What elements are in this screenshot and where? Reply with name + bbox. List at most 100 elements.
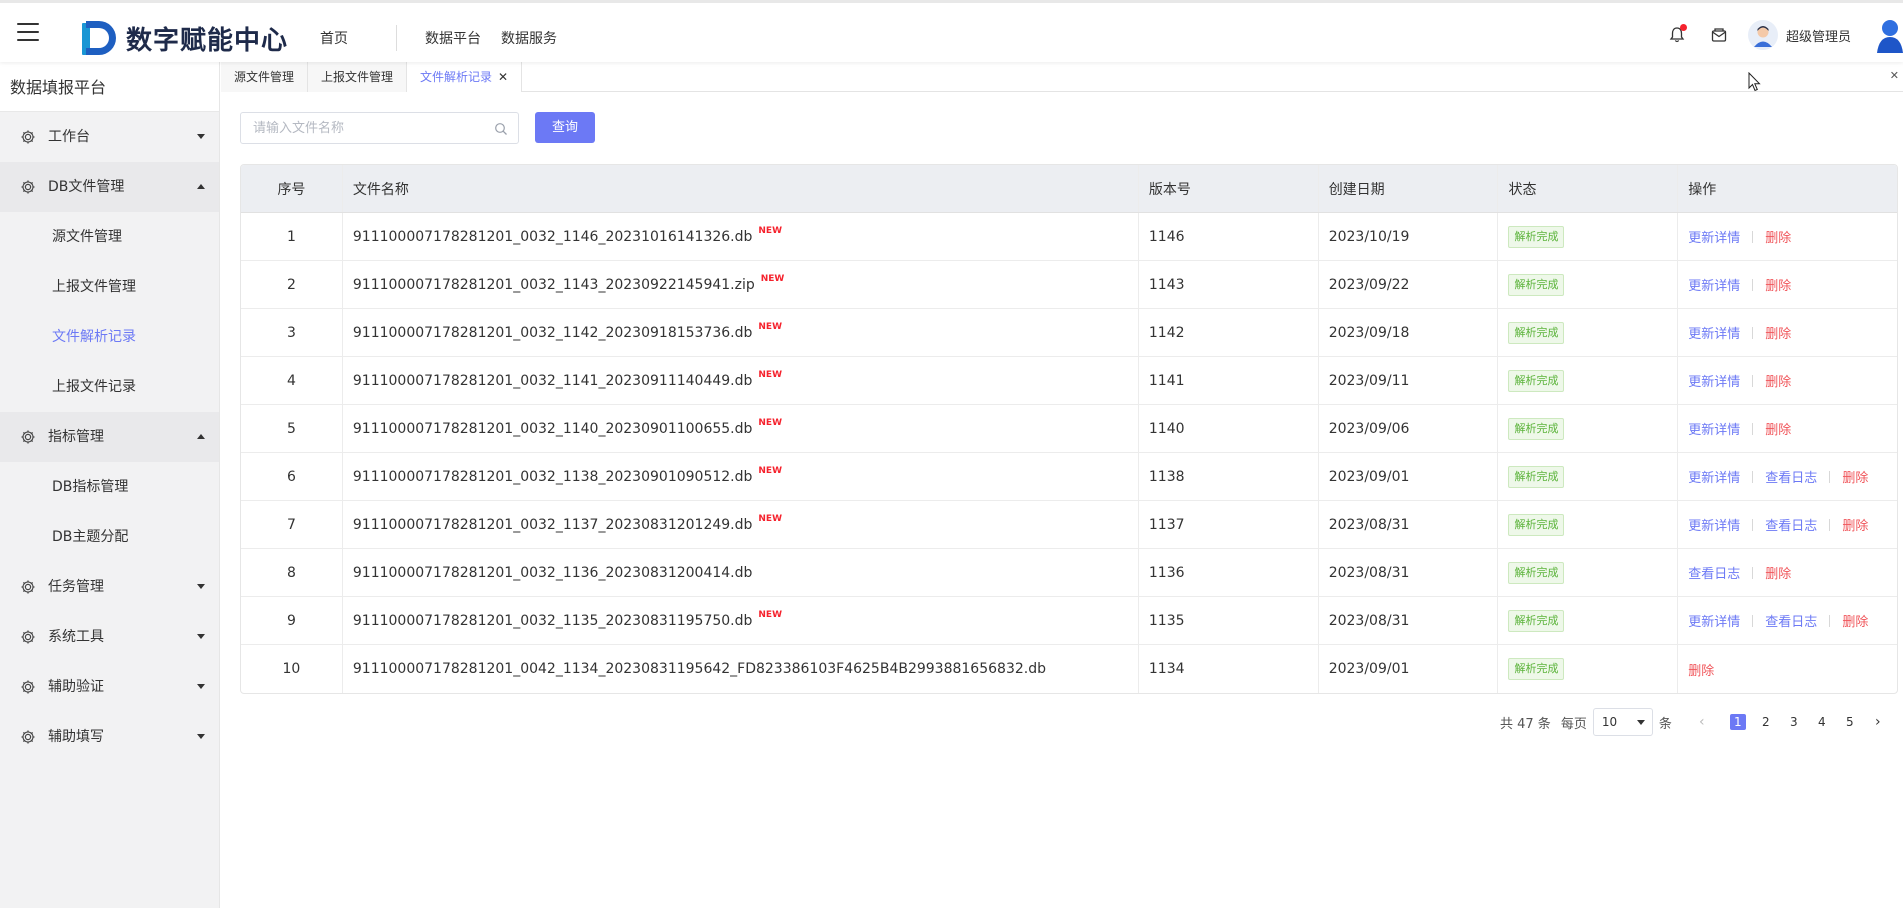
col-header-date: 创建日期: [1319, 165, 1499, 212]
sidebar-item-indicators[interactable]: 指标管理: [0, 412, 219, 462]
cell-index: 1: [241, 213, 343, 260]
table-row: 7 911100007178281201_0032_1137_2023083120…: [241, 501, 1897, 549]
delete-link[interactable]: 删除: [1765, 227, 1791, 246]
sidebar-item-db-file[interactable]: DB文件管理: [0, 162, 219, 212]
sidebar-item-label: 系统工具: [48, 629, 104, 645]
sidebar-item-aux-fill[interactable]: 辅助填写: [0, 712, 219, 762]
user-icon[interactable]: [1873, 17, 1903, 53]
cell-actions: 更新详情 查看日志 删除: [1678, 453, 1897, 500]
sidebar-item-workbench[interactable]: 工作台: [0, 112, 219, 162]
col-header-actions: 操作: [1688, 181, 1717, 198]
cell-actions: 查看日志 删除: [1678, 549, 1897, 596]
action-divider: [1829, 614, 1831, 627]
update-details-link[interactable]: 更新详情: [1688, 467, 1740, 486]
cell-version: 1141: [1139, 357, 1319, 404]
nav-home[interactable]: 首页: [320, 28, 348, 48]
cell-version: 1140: [1139, 405, 1319, 452]
sidebar-subitem-report-files[interactable]: 上报文件管理: [0, 262, 219, 312]
gear-icon: [21, 430, 35, 444]
delete-link[interactable]: 删除: [1765, 371, 1791, 390]
tabs-scroll-icon[interactable]: ✕: [1890, 69, 1899, 82]
prev-page-icon[interactable]: ‹: [1694, 714, 1710, 730]
update-details-link[interactable]: 更新详情: [1688, 275, 1740, 294]
cell-date: 2023/08/31: [1319, 501, 1499, 548]
delete-link[interactable]: 删除: [1842, 515, 1868, 534]
cell-filename: 911100007178281201_0042_1134_20230831195…: [343, 645, 1139, 693]
view-log-link[interactable]: 查看日志: [1765, 611, 1817, 630]
table-body: 1 911100007178281201_0032_1146_2023101614…: [241, 213, 1897, 693]
sidebar-title: 数据填报平台: [0, 62, 219, 112]
delete-link[interactable]: 删除: [1765, 419, 1791, 438]
cell-filename: 911100007178281201_0032_1136_20230831200…: [343, 549, 1139, 596]
cell-actions: 更新详情 删除: [1678, 309, 1897, 356]
sidebar-item-system-tools[interactable]: 系统工具: [0, 612, 219, 662]
page-number[interactable]: 3: [1786, 714, 1802, 730]
delete-link[interactable]: 删除: [1765, 563, 1791, 582]
delete-link[interactable]: 删除: [1765, 323, 1791, 342]
sidebar-item-tasks[interactable]: 任务管理: [0, 562, 219, 612]
table-row: 8 911100007178281201_0032_1136_2023083120…: [241, 549, 1897, 597]
query-button[interactable]: 查询: [535, 112, 595, 143]
view-log-link[interactable]: 查看日志: [1765, 515, 1817, 534]
delete-link[interactable]: 删除: [1765, 275, 1791, 294]
new-badge: NEW: [758, 513, 782, 524]
sidebar-item-aux-verify[interactable]: 辅助验证: [0, 662, 219, 712]
filename-text: 911100007178281201_0032_1137_20230831201…: [352, 516, 753, 533]
view-log-link[interactable]: 查看日志: [1765, 467, 1817, 486]
delete-link[interactable]: 删除: [1842, 467, 1868, 486]
update-details-link[interactable]: 更新详情: [1688, 419, 1740, 438]
tab-report-files[interactable]: 上报文件管理: [308, 62, 408, 92]
table-row: 1 911100007178281201_0032_1146_2023101614…: [241, 213, 1897, 261]
cell-status: 解析完成: [1498, 501, 1679, 548]
filename-text: 911100007178281201_0042_1134_20230831195…: [352, 661, 1046, 677]
sidebar-subitem-source-files[interactable]: 源文件管理: [0, 212, 219, 262]
update-details-link[interactable]: 更新详情: [1688, 515, 1740, 534]
page-number[interactable]: 2: [1758, 714, 1774, 730]
nav-data-service[interactable]: 数据服务: [501, 28, 557, 48]
page-size-select[interactable]: 10: [1592, 708, 1653, 736]
nav-data-platform[interactable]: 数据平台: [425, 28, 481, 48]
update-details-link[interactable]: 更新详情: [1688, 371, 1740, 390]
menu-icon[interactable]: [17, 23, 39, 41]
cell-filename: 911100007178281201_0032_1141_20230911140…: [343, 357, 1139, 404]
update-details-link[interactable]: 更新详情: [1688, 323, 1740, 342]
avatar[interactable]: [1747, 20, 1778, 50]
next-page-icon[interactable]: ›: [1870, 714, 1886, 730]
tab-source-files[interactable]: 源文件管理: [221, 62, 309, 92]
tab-label: 文件解析记录: [420, 70, 493, 84]
sidebar-subitem-report-records[interactable]: 上报文件记录: [0, 362, 219, 412]
sidebar-subitem-db-indicators[interactable]: DB指标管理: [0, 462, 219, 512]
mail-icon[interactable]: [1710, 26, 1728, 44]
status-badge: 解析完成: [1508, 321, 1565, 344]
status-badge: 解析完成: [1508, 513, 1565, 536]
mouse-cursor-icon: [1748, 72, 1761, 92]
cell-date: 2023/09/18: [1319, 309, 1499, 356]
new-badge: NEW: [760, 273, 785, 284]
search-icon[interactable]: [494, 122, 508, 136]
page-number[interactable]: 5: [1842, 714, 1858, 730]
cell-actions: 更新详情 删除: [1678, 213, 1897, 260]
update-details-link[interactable]: 更新详情: [1688, 227, 1740, 246]
delete-link[interactable]: 删除: [1688, 660, 1714, 679]
logo-mark-icon: [80, 19, 118, 57]
tab-parse-records[interactable]: 文件解析记录 ✕: [407, 62, 523, 92]
bell-icon[interactable]: [1668, 24, 1687, 44]
cell-status: 解析完成: [1498, 549, 1679, 596]
col-header-status: 状态: [1498, 165, 1679, 212]
cell-status: 解析完成: [1498, 645, 1679, 693]
status-badge: 解析完成: [1508, 369, 1565, 392]
username[interactable]: 超级管理员: [1786, 26, 1851, 45]
search-input[interactable]: [241, 113, 481, 143]
sidebar-subitem-parse-records[interactable]: 文件解析记录: [0, 312, 219, 362]
cell-actions: 删除: [1678, 645, 1897, 693]
gear-icon: [21, 730, 35, 744]
update-details-link[interactable]: 更新详情: [1688, 611, 1740, 630]
page-number[interactable]: 1: [1729, 714, 1746, 730]
view-log-link[interactable]: 查看日志: [1688, 563, 1740, 582]
page-number[interactable]: 4: [1814, 714, 1830, 730]
sidebar-subitem-db-topics[interactable]: DB主题分配: [0, 512, 219, 562]
action-divider: [1752, 566, 1754, 579]
filename-text: 911100007178281201_0032_1140_20230901100…: [352, 420, 753, 437]
close-icon[interactable]: ✕: [498, 70, 508, 84]
delete-link[interactable]: 删除: [1842, 611, 1868, 630]
